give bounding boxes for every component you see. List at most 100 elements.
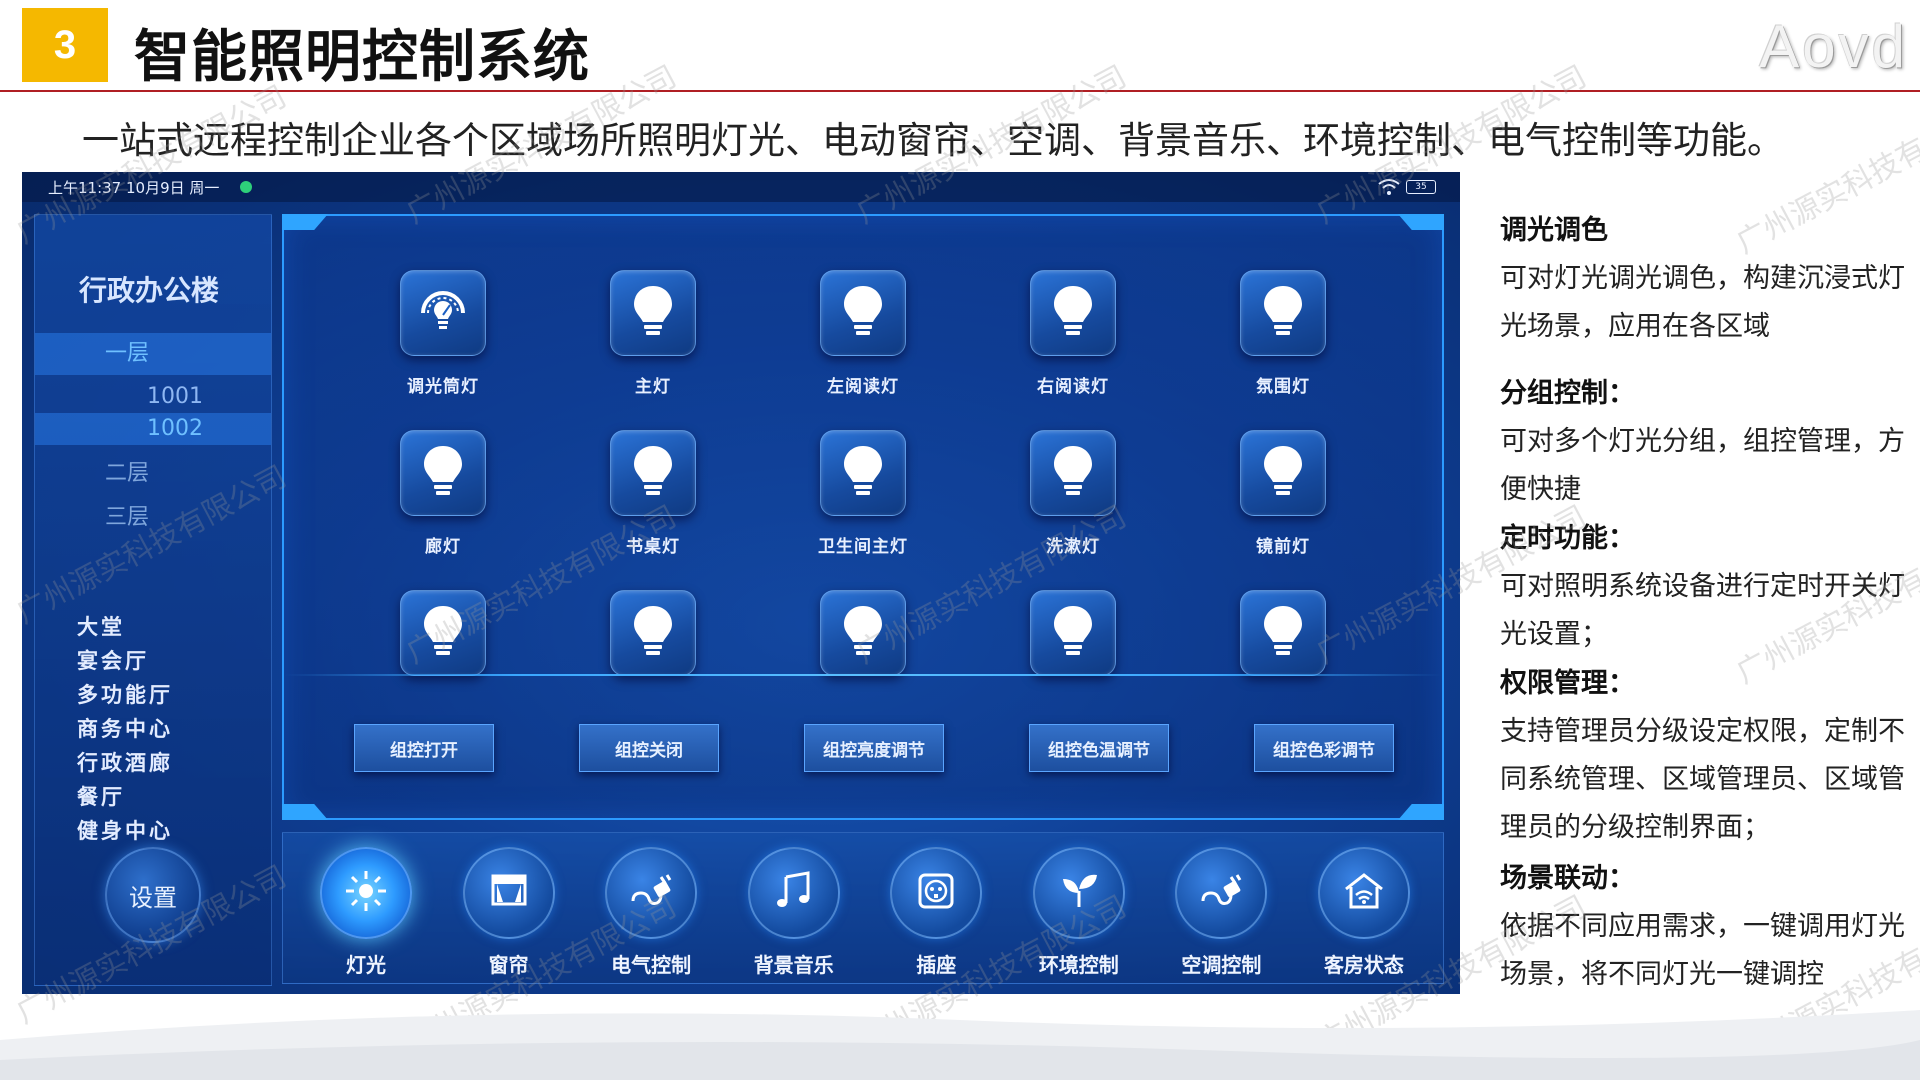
light-toggle-button[interactable] (1240, 590, 1326, 676)
desc-text: 可对灯光调光调色，构建沉浸式灯光场景，应用在各区域 (1500, 263, 1905, 342)
desc-block-permission: 权限管理： 支持管理员分级设定权限，定制不同系统管理、区域管理员、区域管理员的分… (1500, 660, 1910, 852)
desc-text: 可对照明系统设备进行定时开关灯光设置； (1500, 571, 1905, 650)
light-item (758, 590, 968, 738)
light-toggle-button[interactable] (1030, 430, 1116, 516)
light-toggle-button[interactable] (400, 270, 486, 356)
light-item (968, 590, 1178, 738)
section-number: 3 (53, 22, 77, 67)
control-app-screen: 上午11:37 10月9日 周一 35 行政办公楼 一层 1001 1002 二… (22, 172, 1460, 994)
wifi-icon (1378, 179, 1400, 195)
area-item[interactable]: 餐厅 (77, 781, 125, 811)
bulb-icon (628, 283, 678, 343)
dock-button[interactable] (890, 847, 983, 939)
socket-icon (912, 867, 960, 919)
group-control-row: 组控打开 组控关闭 组控亮度调节 组控色温调节 组控色彩调节 (354, 724, 1394, 772)
light-toggle-button[interactable] (820, 270, 906, 356)
light-toggle-button[interactable] (1030, 590, 1116, 676)
decorative-wave (0, 1010, 1920, 1080)
area-item[interactable]: 宴会厅 (77, 645, 149, 675)
bulb-icon (628, 603, 678, 663)
floor-item-3[interactable]: 三层 (35, 499, 149, 531)
light-label: 右阅读灯 (1037, 377, 1109, 397)
light-item (338, 590, 548, 738)
slide-subtitle: 一站式远程控制企业各个区域场所照明灯光、电动窗帘、空调、背景音乐、环境控制、电气… (82, 119, 1784, 162)
desc-heading: 调光调色 (1500, 215, 1608, 246)
light-toggle-button[interactable] (400, 430, 486, 516)
sun-icon (342, 867, 390, 919)
light-item: 廊灯 (338, 430, 548, 578)
function-dock: 灯光 窗帘 电气控制 背景音乐 插座 环境控制 空调控制 客房状态 (282, 832, 1444, 984)
dock-button[interactable] (605, 847, 698, 939)
dock-item: 客房状态 (1299, 847, 1429, 978)
dock-label: 灯光 (346, 953, 386, 977)
light-item: 卫生间主灯 (758, 430, 968, 578)
desc-heading: 分组控制： (1500, 378, 1635, 409)
dock-button[interactable] (320, 847, 412, 939)
curtain-icon (485, 867, 533, 919)
bulb-icon (1258, 283, 1308, 343)
light-item: 左阅读灯 (758, 270, 968, 418)
light-toggle-button[interactable] (400, 590, 486, 676)
light-toggle-button[interactable] (820, 430, 906, 516)
desc-heading: 场景联动： (1500, 863, 1635, 894)
group-brightness-button[interactable]: 组控亮度调节 (804, 724, 944, 772)
dock-button[interactable] (1175, 847, 1268, 939)
plug-icon (1197, 867, 1245, 919)
light-toggle-button[interactable] (820, 590, 906, 676)
light-label: 书桌灯 (626, 537, 680, 557)
room-item-1001[interactable]: 1001 (35, 381, 271, 413)
light-toggle-button[interactable] (1030, 270, 1116, 356)
building-title[interactable]: 行政办公楼 (79, 269, 219, 309)
bulb-icon (418, 603, 468, 663)
desc-block-group: 分组控制： 可对多个灯光分组，组控管理，方便快捷 (1500, 370, 1910, 514)
dock-label: 电气控制 (611, 953, 692, 977)
dock-item: 电气控制 (586, 847, 716, 978)
light-label: 镜前灯 (1256, 537, 1310, 557)
area-item[interactable]: 大堂 (77, 611, 125, 641)
panel-corner-decoration (282, 214, 328, 230)
battery-icon: 35 (1406, 180, 1436, 194)
dock-item: 环境控制 (1014, 847, 1144, 978)
music-note-icon (770, 867, 818, 919)
area-item[interactable]: 行政酒廊 (77, 747, 173, 777)
bulb-icon (838, 603, 888, 663)
floor-item-active[interactable]: 一层 (35, 333, 271, 375)
floor-item-2[interactable]: 二层 (35, 455, 149, 487)
section-number-badge: 3 (22, 8, 108, 82)
panel-corner-decoration (1398, 804, 1444, 820)
dock-label: 插座 (916, 953, 957, 977)
desc-block-timer: 定时功能： 可对照明系统设备进行定时开关灯光设置； (1500, 515, 1910, 659)
light-label: 调光筒灯 (407, 377, 479, 397)
settings-button[interactable]: 设置 (105, 847, 201, 943)
light-item: 洗漱灯 (968, 430, 1178, 578)
bulb-icon (1048, 603, 1098, 663)
dock-button[interactable] (1317, 847, 1410, 939)
area-item[interactable]: 商务中心 (77, 713, 173, 743)
glow-divider (284, 674, 1442, 676)
desc-block-dimming: 调光调色 可对灯光调光调色，构建沉浸式灯光场景，应用在各区域 (1500, 207, 1910, 351)
bulb-icon (1048, 443, 1098, 503)
dock-button[interactable] (747, 847, 840, 939)
room-item-1002[interactable]: 1002 (35, 413, 271, 445)
plug-icon (627, 867, 675, 919)
light-toggle-button[interactable] (610, 270, 696, 356)
panel-corner-decoration (1398, 214, 1444, 230)
light-toggle-button[interactable] (610, 590, 696, 676)
brand-logo: Aovd (1759, 13, 1908, 80)
area-item[interactable]: 多功能厅 (77, 679, 173, 709)
bulb-icon (1258, 603, 1308, 663)
light-toggle-button[interactable] (610, 430, 696, 516)
dock-button[interactable] (462, 847, 555, 939)
group-color-button[interactable]: 组控色彩调节 (1254, 724, 1394, 772)
location-sidebar: 行政办公楼 一层 1001 1002 二层 三层 大堂 宴会厅 多功能厅 商务中… (34, 214, 272, 986)
area-item[interactable]: 健身中心 (77, 815, 173, 845)
light-toggle-button[interactable] (1240, 430, 1326, 516)
desc-text: 依据不同应用需求，一键调用灯光场景，将不同灯光一键调控 (1500, 911, 1905, 990)
group-close-button[interactable]: 组控关闭 (579, 724, 719, 772)
desc-text: 可对多个灯光分组，组控管理，方便快捷 (1500, 426, 1905, 505)
dock-button[interactable] (1032, 847, 1125, 939)
bulb-icon (838, 443, 888, 503)
group-open-button[interactable]: 组控打开 (354, 724, 494, 772)
group-color-temp-button[interactable]: 组控色温调节 (1029, 724, 1169, 772)
light-toggle-button[interactable] (1240, 270, 1326, 356)
